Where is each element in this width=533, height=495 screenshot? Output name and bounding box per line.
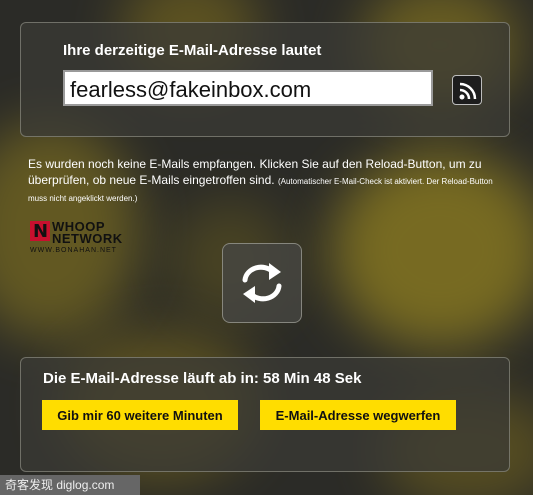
reload-button[interactable] (222, 243, 302, 323)
reload-icon (242, 263, 282, 303)
email-address-field[interactable]: fearless@fakeinbox.com (63, 70, 433, 106)
logo-line2: NETWORK (52, 231, 123, 246)
email-panel: Ihre derzeitige E-Mail-Adresse lautet fe… (20, 22, 510, 137)
extend-time-button[interactable]: Gib mir 60 weitere Minuten (42, 400, 238, 430)
expiry-text: Die E-Mail-Adresse läuft ab in: 58 Min 4… (43, 370, 362, 387)
rss-button[interactable] (452, 75, 482, 105)
watermark-logo: N WHOOP NETWORK WWW.BONAHAN.NET (30, 219, 140, 259)
expiry-panel: Die E-Mail-Adresse läuft ab in: 58 Min 4… (20, 357, 510, 472)
discard-email-button[interactable]: E-Mail-Adresse wegwerfen (260, 400, 456, 430)
email-panel-title: Ihre derzeitige E-Mail-Adresse lautet (63, 42, 322, 59)
logo-line3: WWW.BONAHAN.NET (30, 247, 117, 254)
logo-mark: N (30, 221, 50, 242)
status-message: Es wurden noch keine E-Mails empfangen. … (28, 156, 508, 206)
site-watermark: 奇客发现 diglog.com (0, 475, 140, 495)
rss-icon (459, 82, 477, 100)
